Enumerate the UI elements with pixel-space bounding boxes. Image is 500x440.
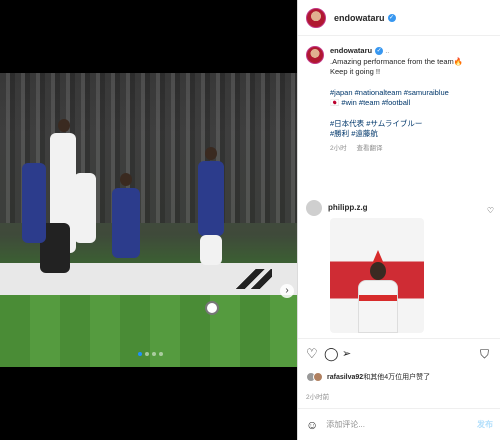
- player-head: [120, 173, 132, 186]
- carousel-dot: [152, 352, 156, 356]
- caption-line: .Amazing performance from the team🔥: [330, 56, 464, 66]
- heart-icon[interactable]: ♡: [306, 347, 318, 361]
- caption-avatar[interactable]: [306, 46, 324, 64]
- emoji-icon[interactable]: ☺: [306, 418, 318, 432]
- figure-jersey: [358, 280, 398, 333]
- post-time: 2小时前: [306, 394, 330, 401]
- carousel-dot: [138, 352, 142, 356]
- caption-username[interactable]: endowataru: [330, 46, 372, 55]
- post-photo[interactable]: ›: [0, 73, 297, 367]
- pitch: [0, 295, 297, 367]
- player-blue-right-shorts: [200, 235, 222, 265]
- verified-badge-icon: ✓: [375, 47, 384, 56]
- post-panel: endowataru ✓ endowataru ✓ .. .Amazing per…: [297, 0, 500, 440]
- comment-box: ☺ 发布: [298, 408, 500, 440]
- comment-icon[interactable]: ◯: [324, 347, 339, 361]
- verified-badge-icon: ✓: [387, 13, 396, 22]
- caption-hashtags[interactable]: #japan #nationalteam #samuraiblue: [330, 88, 496, 99]
- caption-hashtags[interactable]: 🇯🇵 #win #team #football: [330, 98, 496, 109]
- player-white-2: [74, 173, 96, 243]
- player-blue-right: [198, 161, 224, 236]
- brand-logo: [232, 269, 272, 289]
- liker-avatar: [313, 372, 323, 382]
- comment-username[interactable]: philipp.z.g: [328, 203, 368, 212]
- post-caption: endowataru ✓ .. .Amazing performance from…: [306, 46, 496, 154]
- player-blue: [22, 163, 46, 243]
- avatar[interactable]: [306, 7, 326, 28]
- see-translation-link[interactable]: 查看翻译: [356, 145, 382, 152]
- liker-username[interactable]: rafasilva92: [327, 374, 363, 381]
- player-blue-center: [112, 188, 140, 258]
- actions-bar: ♡ ◯ ➢ ⛉: [298, 338, 500, 370]
- player-head: [205, 147, 217, 160]
- post-username[interactable]: endowataru: [334, 13, 385, 23]
- more-dots: ..: [385, 46, 390, 55]
- post-header: endowataru ✓: [298, 0, 500, 36]
- heart-icon[interactable]: ♡: [487, 206, 494, 215]
- comment-input[interactable]: [326, 420, 477, 429]
- post-comment-button[interactable]: 发布: [477, 419, 493, 430]
- likes-count-text: 和其他4万位用户赞了: [363, 374, 431, 381]
- carousel-dots: [138, 352, 163, 356]
- carousel-dot: [145, 352, 149, 356]
- chevron-right-icon[interactable]: ›: [280, 284, 294, 298]
- caption-line: Keep it going !!: [330, 67, 381, 76]
- player-head: [58, 119, 70, 132]
- comment-image[interactable]: [330, 218, 424, 333]
- likes-row[interactable]: rafasilva92和其他4万位用户赞了: [306, 372, 430, 382]
- carousel-dot: [159, 352, 163, 356]
- media-panel: ›: [0, 0, 297, 440]
- share-icon[interactable]: ➢: [342, 347, 351, 361]
- jersey-stripe: [359, 295, 397, 301]
- comment-avatar[interactable]: [306, 200, 322, 216]
- caption-time: 2小时: [330, 144, 347, 152]
- football: [205, 301, 219, 315]
- bookmark-icon[interactable]: ⛉: [480, 347, 489, 361]
- caption-hashtags[interactable]: #勝利 #遠藤航: [330, 129, 496, 140]
- caption-hashtags[interactable]: #日本代表 #サムライブルー: [330, 119, 496, 130]
- figure-head: [370, 262, 386, 280]
